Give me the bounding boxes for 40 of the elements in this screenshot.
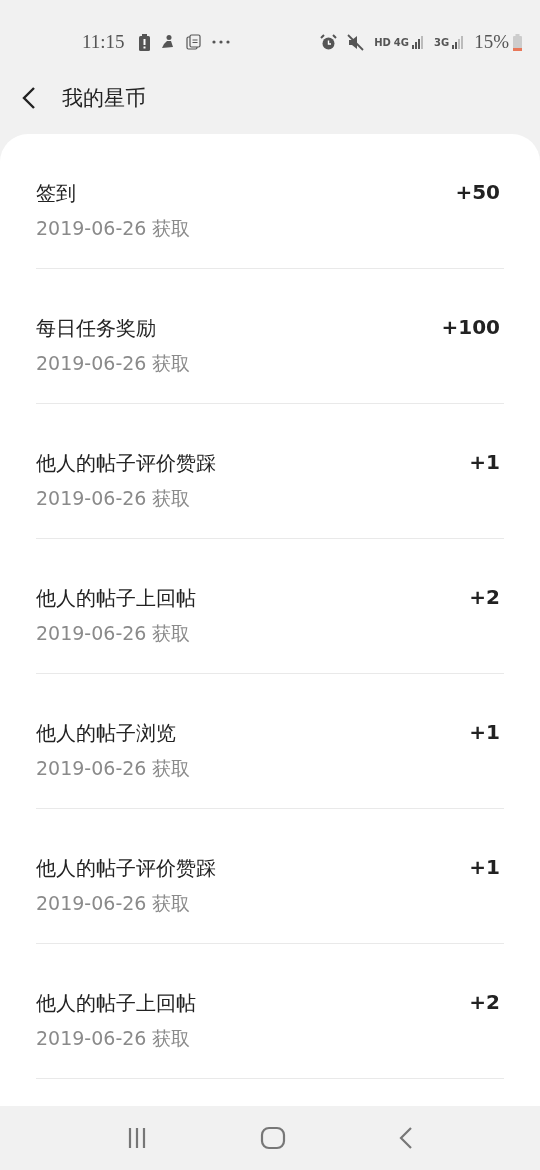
record-date: 2019-06-26 获取 [36, 891, 192, 916]
record-title: 他人的帖子上回帖 [36, 585, 196, 612]
record-date: 2019-06-26 获取 [36, 1026, 192, 1051]
home-icon [260, 1126, 286, 1150]
coin-amount: +1 [469, 720, 500, 744]
page-title: 我的星币 [62, 85, 146, 112]
hd-label: HD [374, 36, 391, 48]
record-title: 签到 [36, 180, 77, 207]
record-title: 每日任务奖励 [36, 315, 157, 342]
coin-amount: +1 [469, 450, 500, 474]
alarm-icon [320, 33, 338, 51]
coin-amount: +100 [441, 315, 500, 339]
more-icon [211, 40, 230, 44]
figure-icon [159, 34, 176, 50]
record-date: 2019-06-26 获取 [36, 756, 191, 781]
record-date: 2019-06-26 获取 [36, 216, 191, 241]
coin-amount: +1 [469, 855, 500, 879]
record-date: 2019-06-26 获取 [36, 351, 191, 376]
record-title: 他人的帖子评价赞踩 [36, 855, 216, 882]
coin-amount: +2 [469, 585, 500, 609]
coin-amount: +50 [455, 180, 500, 204]
network-label: 4G [393, 36, 409, 48]
document-icon [185, 34, 202, 50]
mute-icon [347, 33, 365, 51]
coin-amount: +2 [469, 990, 500, 1014]
record-title: 他人的帖子浏览 [36, 720, 177, 747]
back-icon [22, 86, 36, 110]
battery-alert-icon [138, 33, 150, 51]
battery-percent: 15% [474, 31, 509, 53]
network-label: 3G [434, 36, 450, 48]
signal-icon [412, 35, 424, 49]
record-title: 他人的帖子上回帖 [36, 990, 196, 1017]
record-title: 他人的帖子评价赞踩 [36, 450, 216, 477]
record-date: 2019-06-26 获取 [36, 486, 192, 511]
recent-apps-icon [126, 1127, 147, 1149]
record-date: 2019-06-26 获取 [36, 621, 192, 646]
status-time: 11:15 [82, 31, 125, 53]
signal-icon [452, 35, 465, 49]
battery-icon [513, 33, 522, 51]
back-icon [399, 1126, 414, 1150]
